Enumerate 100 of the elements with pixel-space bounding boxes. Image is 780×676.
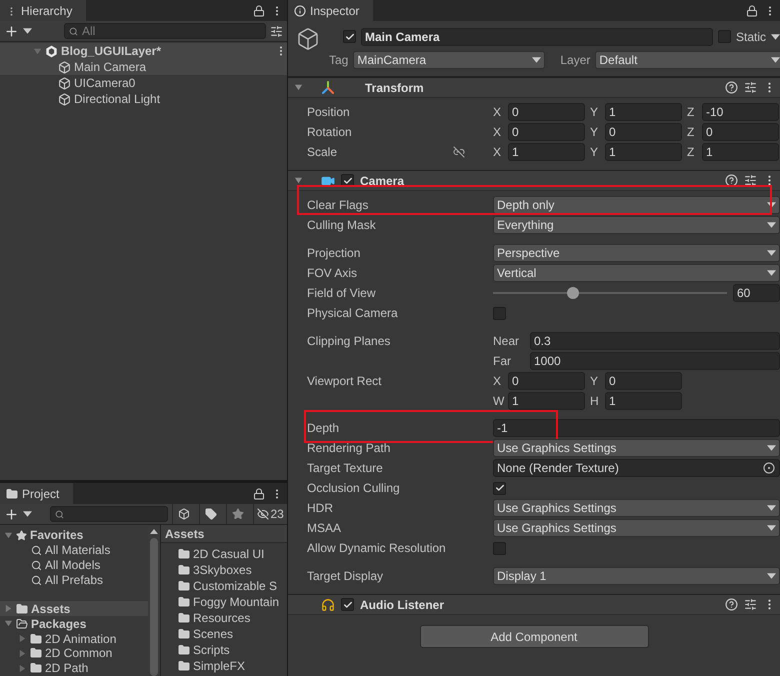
folder-tree-item[interactable]: 2D Path <box>0 660 148 676</box>
open-folder-icon <box>16 618 28 630</box>
lock-icon[interactable] <box>746 4 758 16</box>
number-field[interactable]: 1000 <box>530 352 780 370</box>
number-field[interactable]: 0 <box>702 123 779 141</box>
asset-folder[interactable]: 3Skyboxes <box>161 562 287 578</box>
number-field[interactable]: 1 <box>508 392 585 410</box>
checkbox[interactable] <box>341 598 354 611</box>
folder-tree-item[interactable]: Assets <box>0 601 148 616</box>
name-field[interactable]: Main Camera <box>361 28 713 46</box>
folder-tree-item[interactable]: 2D Animation <box>0 631 148 646</box>
dropdown[interactable]: Depth only <box>493 196 780 214</box>
number-field[interactable]: 0 <box>508 372 585 390</box>
favorites-row[interactable]: Favorites <box>0 528 148 543</box>
number-field[interactable]: 60 <box>733 284 780 302</box>
scroll-thumb[interactable] <box>150 538 158 676</box>
object-field[interactable]: None (Render Texture) <box>493 459 780 477</box>
folder-icon <box>178 596 190 608</box>
help-icon[interactable] <box>725 174 738 187</box>
presets-icon[interactable] <box>744 81 757 94</box>
favorite-item[interactable]: All Prefabs <box>0 572 148 588</box>
dropdown[interactable]: Use Graphics Settings <box>493 499 780 517</box>
add-icon[interactable] <box>4 24 19 38</box>
scene-row[interactable]: Blog_UGUILayer* <box>0 43 287 59</box>
asset-folder[interactable]: SimpleFX <box>161 658 287 674</box>
tag-icon <box>205 508 218 520</box>
asset-folder[interactable]: Resources <box>161 610 287 626</box>
checkbox[interactable] <box>493 542 506 554</box>
number-field[interactable]: 1 <box>605 103 682 121</box>
eye-off-icon <box>257 508 270 520</box>
scroll-up-icon[interactable] <box>150 529 158 534</box>
number-field[interactable]: 1 <box>605 392 682 410</box>
checkbox[interactable] <box>493 306 506 320</box>
inspector-tab[interactable]: Inspector <box>288 0 374 21</box>
asset-folder[interactable]: Scripts <box>161 642 287 658</box>
favorite-item[interactable]: All Materials <box>0 542 148 558</box>
dropdown[interactable]: Everything <box>493 216 780 234</box>
property-label: Clipping Planes <box>307 333 390 350</box>
object-picker-icon[interactable] <box>763 462 775 474</box>
component-header[interactable]: Transform <box>288 77 780 98</box>
cube-icon[interactable] <box>296 27 320 51</box>
lock-icon[interactable] <box>253 4 265 16</box>
number-field[interactable]: -10 <box>702 103 779 121</box>
add-icon[interactable] <box>4 506 19 522</box>
dropdown[interactable]: Perspective <box>493 244 780 262</box>
foldout-arrow-icon[interactable] <box>294 83 303 92</box>
number-field[interactable]: 1 <box>508 143 585 161</box>
folder-icon <box>178 612 190 624</box>
lock-icon[interactable] <box>253 488 265 500</box>
hierarchy-item[interactable]: Directional Light <box>0 91 287 107</box>
asset-folder[interactable]: Foggy Mountain <box>161 594 287 610</box>
presets-icon[interactable] <box>744 598 757 611</box>
dropdown[interactable]: Vertical <box>493 264 780 282</box>
component-header[interactable]: Audio Listener <box>288 594 780 615</box>
hidden-packages-button[interactable]: 23 <box>253 504 287 524</box>
layer-dropdown[interactable]: Default <box>595 50 780 68</box>
search-icon <box>31 560 42 571</box>
checkbox[interactable] <box>343 30 356 43</box>
dropdown[interactable]: Display 1 <box>493 567 780 585</box>
favorite-item[interactable]: All Models <box>0 558 148 573</box>
dropdown-arrow-icon <box>767 202 776 208</box>
number-field[interactable]: 0 <box>508 103 585 121</box>
component-title: Camera <box>360 174 406 188</box>
hierarchy-tab[interactable]: Hierarchy <box>0 0 86 21</box>
expand-arrow-icon[interactable] <box>4 619 13 628</box>
number-field[interactable]: 1 <box>605 143 682 161</box>
star-icon <box>232 508 244 520</box>
asset-folder[interactable]: Scenes <box>161 626 287 642</box>
checkbox[interactable] <box>718 30 731 43</box>
help-icon[interactable] <box>725 598 738 611</box>
search-field[interactable] <box>50 506 168 522</box>
dropdown[interactable]: Use Graphics Settings <box>493 439 780 457</box>
help-icon[interactable] <box>725 81 738 94</box>
component-header[interactable]: Camera <box>288 170 780 191</box>
hierarchy-item[interactable]: UICamera0 <box>0 75 287 91</box>
number-field[interactable]: 0 <box>605 123 682 141</box>
axis-label: X <box>493 374 502 388</box>
number-field[interactable]: 1 <box>702 143 779 161</box>
folder-tree-item[interactable]: 2D Common <box>0 646 148 661</box>
link-off-icon[interactable] <box>453 146 465 158</box>
number-field[interactable]: 0 <box>605 372 682 390</box>
tag-dropdown[interactable]: MainCamera <box>353 50 546 68</box>
asset-folder[interactable]: Customizable S <box>161 578 287 594</box>
asset-folder[interactable]: 2D Casual UI <box>161 546 287 562</box>
presets-icon[interactable] <box>744 174 757 187</box>
dropdown-arrow-icon <box>767 270 776 276</box>
folder-tree-item[interactable]: Packages <box>0 616 148 632</box>
add-component-button[interactable]: Add Component <box>420 625 648 648</box>
foldout-arrow-icon[interactable] <box>294 176 303 185</box>
hierarchy-item[interactable]: Main Camera <box>0 59 287 75</box>
search-field[interactable]: All <box>64 23 266 39</box>
number-field[interactable]: -1 <box>493 419 780 437</box>
slider-thumb[interactable] <box>566 287 579 299</box>
expand-arrow-icon[interactable] <box>4 530 13 540</box>
number-field[interactable]: 0 <box>508 123 585 141</box>
number-field[interactable]: 0.3 <box>530 332 780 350</box>
checkbox[interactable] <box>493 482 506 494</box>
star-icon <box>16 530 27 541</box>
project-tab[interactable]: Project <box>0 483 74 504</box>
dropdown[interactable]: Use Graphics Settings <box>493 519 780 537</box>
